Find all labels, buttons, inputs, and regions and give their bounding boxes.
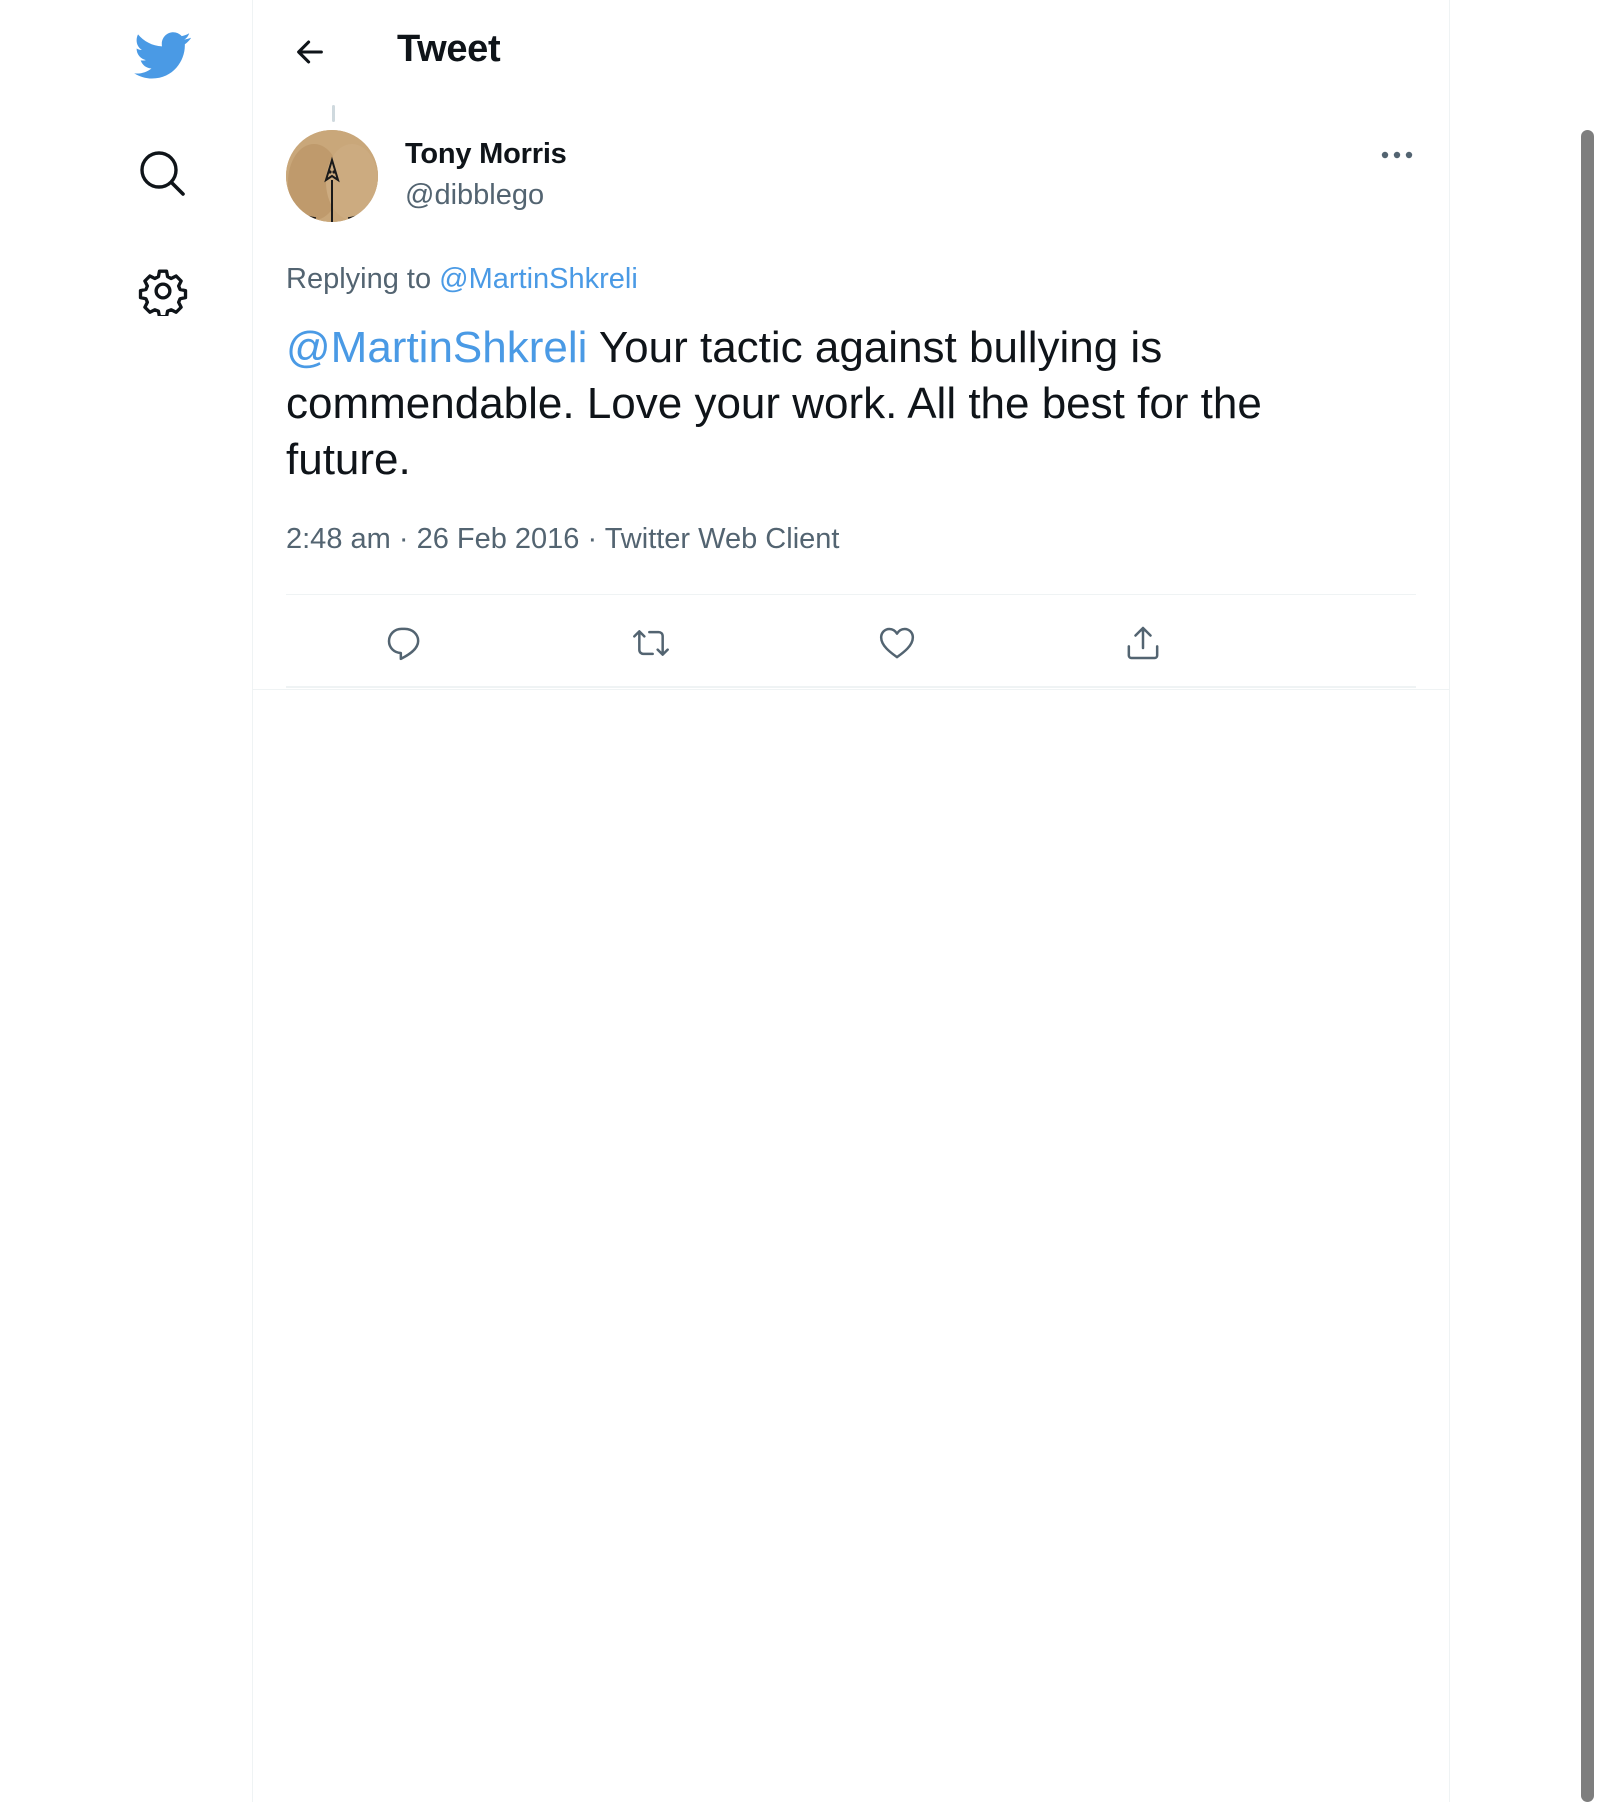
search-icon	[140, 151, 185, 196]
page-title: Tweet	[397, 28, 501, 70]
divider	[253, 689, 1449, 690]
share-icon	[1127, 626, 1159, 660]
retweet-button[interactable]	[623, 615, 679, 671]
author-handle[interactable]: @dibblego	[405, 179, 544, 212]
reply-icon	[387, 627, 420, 661]
settings-button[interactable]	[127, 255, 199, 327]
more-options-button[interactable]	[1369, 130, 1425, 180]
main-column: Tweet Tony Morris @dibblego Replying to …	[252, 0, 1450, 1802]
divider	[286, 686, 1416, 688]
avatar-image	[286, 130, 378, 222]
like-button[interactable]	[869, 615, 925, 671]
twitter-bird-icon	[134, 32, 191, 79]
tweet-actions	[286, 595, 1416, 685]
meta-separator: ·	[390, 523, 417, 555]
scrollbar-thumb[interactable]	[1581, 130, 1594, 1802]
more-dots-icon	[1381, 151, 1413, 159]
search-button[interactable]	[127, 138, 199, 210]
mention-link[interactable]: @MartinShkreli	[286, 323, 587, 372]
avatar[interactable]	[286, 130, 378, 222]
page-header: Tweet	[253, 0, 1449, 104]
replying-to-label: Replying to	[286, 263, 432, 295]
tweet-source: Twitter Web Client	[604, 523, 840, 555]
tweet-text: @MartinShkreli Your tactic against bully…	[286, 320, 1396, 488]
back-arrow-icon	[297, 40, 323, 64]
tweet-date[interactable]: 26 Feb 2016	[417, 523, 580, 555]
twitter-home-button[interactable]	[127, 20, 199, 92]
thread-connector-line	[332, 105, 335, 122]
meta-separator: ·	[579, 523, 605, 555]
left-nav	[0, 0, 252, 1802]
share-button[interactable]	[1115, 615, 1171, 671]
back-button[interactable]	[274, 16, 346, 88]
replying-to-line: Replying to @MartinShkreli	[286, 263, 638, 296]
retweet-icon	[633, 630, 669, 656]
replying-to-link[interactable]: @MartinShkreli	[439, 263, 638, 295]
tweet-metadata: 2:48 am · 26 Feb 2016 · Twitter Web Clie…	[286, 523, 839, 556]
like-icon	[879, 627, 915, 659]
reply-button[interactable]	[376, 615, 432, 671]
gear-icon	[138, 269, 188, 316]
author-name[interactable]: Tony Morris	[405, 138, 567, 171]
page: Tweet Tony Morris @dibblego Replying to …	[0, 0, 1600, 1802]
tweet-time[interactable]: 2:48 am	[286, 523, 391, 555]
